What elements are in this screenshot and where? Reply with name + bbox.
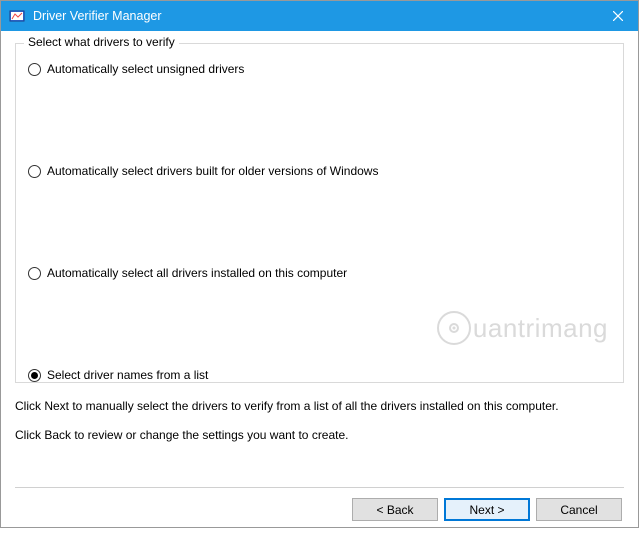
next-button[interactable]: Next > [444, 498, 530, 521]
close-icon [613, 11, 623, 21]
instruction-text: Click Next to manually select the driver… [15, 397, 624, 445]
close-button[interactable] [598, 1, 638, 31]
instruction-line: Click Next to manually select the driver… [15, 397, 624, 416]
radio-icon [28, 369, 41, 382]
back-button[interactable]: < Back [352, 498, 438, 521]
radio-label: Automatically select unsigned drivers [47, 62, 244, 76]
radio-label: Automatically select drivers built for o… [47, 164, 378, 178]
cancel-button[interactable]: Cancel [536, 498, 622, 521]
radio-label: Automatically select all drivers install… [47, 266, 347, 280]
app-icon [9, 8, 25, 24]
driver-selection-group: Select what drivers to verify Automatica… [15, 43, 624, 383]
radio-option-unsigned[interactable]: Automatically select unsigned drivers [28, 62, 611, 76]
window-title: Driver Verifier Manager [33, 9, 598, 23]
instruction-line: Click Back to review or change the setti… [15, 426, 624, 445]
radio-label: Select driver names from a list [47, 368, 208, 382]
radio-icon [28, 63, 41, 76]
radio-option-all-drivers[interactable]: Automatically select all drivers install… [28, 266, 611, 280]
wizard-button-row: < Back Next > Cancel [1, 488, 638, 533]
radio-icon [28, 267, 41, 280]
radio-option-select-from-list[interactable]: Select driver names from a list [28, 368, 611, 382]
groupbox-label: Select what drivers to verify [24, 35, 179, 49]
radio-icon [28, 165, 41, 178]
dialog-content: Select what drivers to verify Automatica… [1, 31, 638, 479]
titlebar: Driver Verifier Manager [1, 1, 638, 31]
radio-option-older-windows[interactable]: Automatically select drivers built for o… [28, 164, 611, 178]
